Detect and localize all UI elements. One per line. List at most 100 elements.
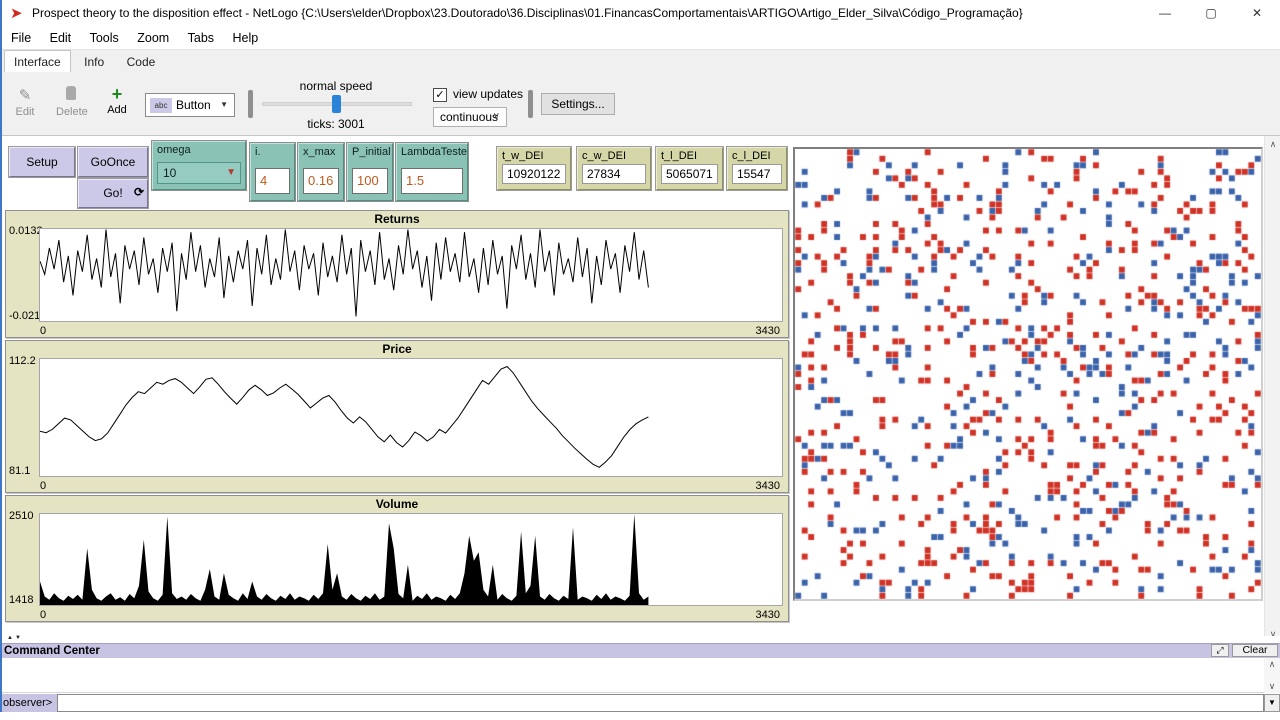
setup-button[interactable]: Setup [9, 147, 75, 177]
monitor-label: c_l_DEI [732, 150, 771, 162]
input-i-field[interactable]: 4 [255, 168, 290, 194]
dropdown-arrow-icon: ▼ [1268, 698, 1276, 707]
input-p-initial: P_initial 100 [347, 143, 393, 201]
menu-help[interactable]: Help [226, 27, 266, 49]
speed-label: normal speed [266, 79, 406, 93]
menu-edit[interactable]: Edit [43, 27, 79, 49]
update-mode-dropdown[interactable]: continuous ∨ [433, 107, 507, 127]
widget-type-value: Button [176, 94, 211, 116]
edit-widget-button[interactable]: ✎ Edit [12, 86, 38, 118]
view-updates-checkbox[interactable]: ✓ [433, 88, 447, 102]
tab-interface[interactable]: Interface [4, 50, 71, 73]
input-lambda-teste-field[interactable]: 1.5 [401, 168, 463, 194]
go-label: Go! [103, 186, 122, 200]
monitor-label: t_w_DEI [502, 150, 544, 162]
window-title: Prospect theory to the disposition effec… [32, 0, 1023, 27]
volume-plot: Volume 2510 1418 0 3430 [5, 495, 789, 622]
menu-tools[interactable]: Tools [83, 27, 126, 49]
omega-value: 10 [163, 163, 176, 183]
plus-icon: + [104, 84, 130, 104]
netlogo-window: ➤ Prospect theory to the disposition eff… [0, 0, 1280, 720]
settings-button[interactable]: Settings... [541, 93, 615, 115]
command-center-scrollbar[interactable]: ∧ ∨ [1264, 658, 1280, 693]
plot-area [39, 228, 783, 322]
x-axis-min: 0 [40, 480, 46, 492]
monitor-value: 5065071 [661, 164, 718, 184]
toolbar-separator [248, 90, 253, 118]
add-label: Add [107, 104, 127, 116]
menu-file[interactable]: File [4, 27, 38, 49]
go-forever-button[interactable]: Go! ⟳ [78, 179, 148, 208]
plot-area [39, 358, 783, 477]
add-widget-button[interactable]: + Add [104, 84, 130, 116]
monitor-value: 10920122 [502, 164, 566, 184]
command-center-header: Command Center [0, 643, 1280, 658]
tab-code[interactable]: Code [118, 51, 165, 73]
window-left-border [0, 0, 2, 712]
command-center-output [0, 658, 1264, 693]
button-widget-icon: abc [150, 98, 172, 113]
menu-tabs[interactable]: Tabs [181, 27, 221, 49]
clear-button[interactable]: Clear [1232, 644, 1278, 657]
menu-bar: File Edit Tools Zoom Tabs Help [0, 27, 1280, 49]
monitor-label: c_w_DEI [582, 150, 626, 162]
monitor-label: t_l_DEI [661, 150, 697, 162]
monitor-value: 27834 [582, 164, 646, 184]
tab-info[interactable]: Info [75, 51, 113, 73]
y-axis-min: 1418 [9, 594, 33, 606]
monitor-t-l-dei: t_l_DEI 5065071 [656, 147, 723, 190]
input-p-initial-label: P_initial [352, 146, 391, 158]
forever-icon: ⟳ [134, 179, 144, 206]
omega-chooser-value-box[interactable]: 10 ▼ [157, 162, 241, 184]
chevron-down-icon: ∨ [493, 108, 500, 126]
menu-zoom[interactable]: Zoom [130, 27, 176, 49]
x-axis-max: 3430 [756, 325, 780, 337]
monitor-t-w-dei: t_w_DEI 10920122 [497, 147, 571, 190]
netlogo-logo-icon: ➤ [10, 4, 23, 22]
command-prompt-row: observer> ▼ [0, 694, 1280, 712]
y-axis-max: 2510 [9, 510, 33, 522]
plot-title: Volume [6, 497, 788, 511]
monitor-c-w-dei: c_w_DEI 27834 [577, 147, 651, 190]
interface-vertical-scrollbar[interactable]: ∧ ∨ [1264, 136, 1280, 643]
update-mode-value: continuous [440, 108, 498, 126]
dropdown-arrow-icon: ▼ [220, 94, 228, 116]
y-axis-max: 112.2 [9, 355, 36, 367]
input-x-max-field[interactable]: 0.16 [303, 168, 339, 194]
command-input[interactable] [57, 694, 1264, 712]
returns-plot: Returns 0.0132 -0.0217 0 3430 [5, 210, 789, 338]
plot-title: Returns [6, 212, 788, 226]
input-lambda-teste-label: LambdaTeste [401, 146, 467, 158]
plot-title: Price [6, 342, 788, 356]
widget-type-dropdown[interactable]: abc Button ▼ [145, 93, 235, 117]
minimize-button[interactable]: — [1142, 0, 1188, 27]
go-once-button[interactable]: GoOnce [78, 147, 148, 177]
y-axis-max: 0.0132 [9, 225, 43, 237]
close-button[interactable]: ✕ [1234, 0, 1280, 27]
command-center-title: Command Center [4, 644, 100, 659]
delete-widget-button[interactable]: Delete [56, 86, 86, 118]
chooser-arrow-icon: ▼ [226, 163, 236, 183]
agent-type-dropdown[interactable]: ▼ [1264, 694, 1280, 712]
omega-label: omega [157, 144, 191, 156]
toolbar-separator [528, 90, 533, 118]
maximize-button[interactable]: ▢ [1188, 0, 1234, 27]
expand-icon: ⤢ [1216, 645, 1223, 655]
input-x-max-label: x_max [303, 146, 335, 158]
input-p-initial-field[interactable]: 100 [352, 168, 388, 194]
scroll-down-icon[interactable]: ∨ [1264, 681, 1280, 692]
scroll-up-icon[interactable]: ∧ [1265, 139, 1280, 150]
splitter-arrows-icon[interactable]: ▲▼ [7, 635, 23, 641]
omega-chooser[interactable]: omega 10 ▼ [152, 141, 246, 190]
speed-slider-thumb[interactable] [332, 95, 341, 113]
monitor-c-l-dei: c_l_DEI 15547 [727, 147, 787, 190]
plot-area [39, 513, 783, 606]
view-updates-label: view updates [453, 87, 523, 101]
edit-label: Edit [16, 106, 35, 118]
scroll-up-icon[interactable]: ∧ [1264, 659, 1280, 670]
input-lambda-teste: LambdaTeste 1.5 [396, 143, 468, 201]
command-center-splitter[interactable]: ▲▼ [0, 636, 1280, 643]
input-i-label: i. [255, 146, 261, 158]
command-center-expand-button[interactable]: ⤢ [1211, 644, 1229, 657]
patches-canvas [795, 149, 1261, 599]
